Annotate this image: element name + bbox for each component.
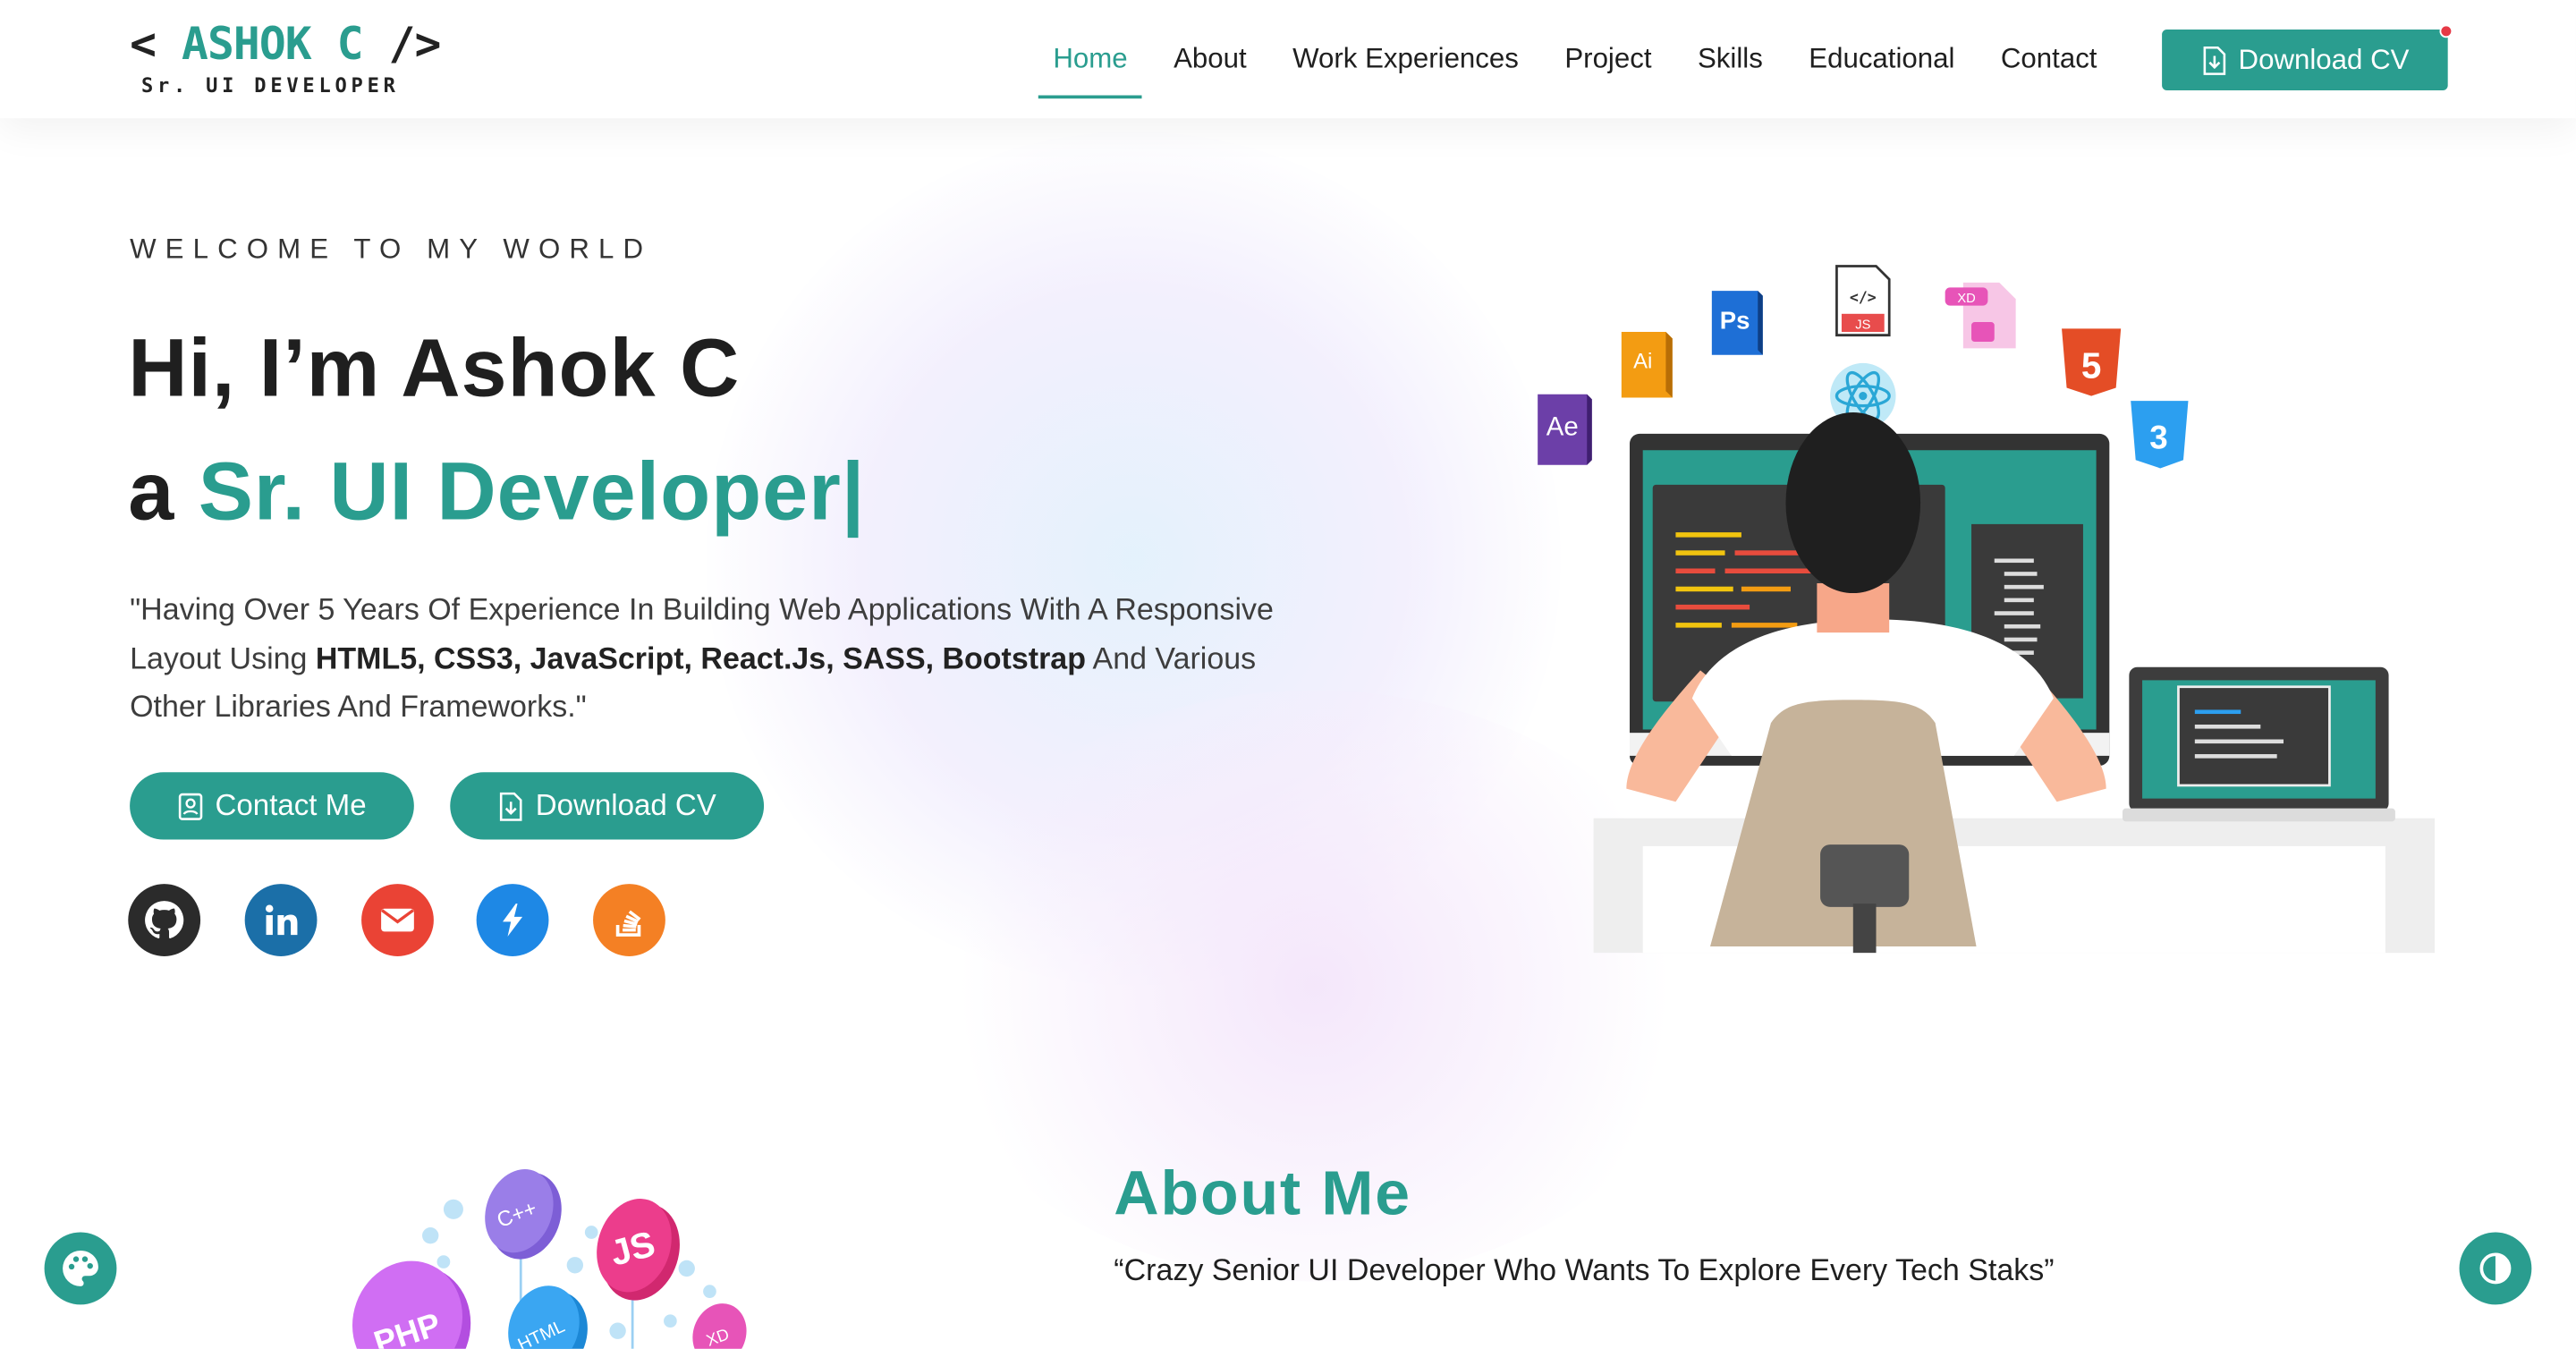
illustrator-icon: Ai xyxy=(1621,332,1673,398)
css3-icon: 3 xyxy=(2131,401,2189,469)
xd-file-icon: XD xyxy=(1945,282,2016,349)
after-effects-icon: Ae xyxy=(1538,394,1592,465)
nav-work-experiences[interactable]: Work Experiences xyxy=(1278,39,1534,98)
contact-card-icon xyxy=(178,792,203,819)
logo-close-bracket: /> xyxy=(388,20,442,71)
nav-skills[interactable]: Skills xyxy=(1682,39,1777,98)
tech-bubbles-illustration: C++ JS PHP HTML XD xyxy=(352,1169,747,1349)
logo[interactable]: < ASHOK C /> Sr. UI DEVELOPER xyxy=(130,20,442,98)
theme-palette-button[interactable] xyxy=(44,1232,117,1305)
hero-description: "Having Over 5 Years Of Experience In Bu… xyxy=(130,585,1280,731)
nav-contact[interactable]: Contact xyxy=(1986,39,2112,98)
contrast-icon xyxy=(2479,1252,2512,1285)
welcome-text: WELCOME TO MY WORLD xyxy=(130,233,653,265)
nav-download-cv-button[interactable]: Download CV xyxy=(2162,30,2448,91)
js-tag-label: </> xyxy=(1850,289,1877,306)
js-bubble: JS xyxy=(597,1199,680,1301)
logo-name: ASHOK C xyxy=(182,20,364,71)
stackoverflow-link[interactable] xyxy=(593,884,665,956)
nav-home[interactable]: Home xyxy=(1038,39,1143,99)
contact-me-label: Contact Me xyxy=(215,788,367,822)
developer-illustration: Ae Ai Ps </> JS XD 5 3 xyxy=(1538,265,2435,954)
hero-role: Sr. UI Developer| xyxy=(198,445,866,538)
download-file-icon xyxy=(499,791,522,820)
xd-label: XD xyxy=(1957,292,1975,306)
navbar: < ASHOK C /> Sr. UI DEVELOPER Home About… xyxy=(0,0,2576,119)
hero-role-line: a Sr. UI Developer| xyxy=(128,444,865,539)
html-bubble: HTML xyxy=(508,1285,588,1349)
css3-label: 3 xyxy=(2149,419,2167,455)
email-link[interactable] xyxy=(361,884,434,956)
javascript-file-icon: </> JS xyxy=(1835,265,1891,337)
html5-icon: 5 xyxy=(2062,328,2122,396)
download-file-icon xyxy=(2202,46,2225,75)
linkedin-link[interactable] xyxy=(244,884,318,956)
about-title: About Me xyxy=(1114,1159,1411,1229)
contact-me-button[interactable]: Contact Me xyxy=(130,772,414,840)
xd-bubble: XD xyxy=(692,1303,747,1349)
nav-project[interactable]: Project xyxy=(1550,39,1666,98)
github-link[interactable] xyxy=(128,884,201,956)
hero-greeting: Hi, I’m Ashok C xyxy=(128,321,741,414)
notification-dot xyxy=(2439,24,2453,38)
cpp-bubble: C++ xyxy=(485,1169,562,1260)
linkedin-icon xyxy=(265,904,298,936)
html5-label: 5 xyxy=(2081,344,2101,386)
hero-role-prefix: a xyxy=(128,445,199,538)
hero-desc-tech: HTML5, CSS3, JavaScript, React.Js, SASS,… xyxy=(315,640,1086,674)
bolt-icon xyxy=(503,904,523,937)
logo-subtitle: Sr. UI DEVELOPER xyxy=(140,73,400,98)
ai-label: Ai xyxy=(1633,349,1652,373)
nav-about[interactable]: About xyxy=(1159,39,1262,98)
nav-educational[interactable]: Educational xyxy=(1794,39,1970,98)
github-icon xyxy=(145,901,184,938)
nav-menu: Home About Work Experiences Project Skil… xyxy=(1038,39,2129,99)
logo-title: < ASHOK C /> xyxy=(130,20,442,71)
email-icon xyxy=(381,908,414,932)
bolt-link[interactable] xyxy=(476,884,549,956)
ps-label: Ps xyxy=(1720,306,1750,334)
php-bubble: PHP xyxy=(352,1260,471,1349)
nav-download-cv-label: Download CV xyxy=(2238,43,2410,75)
stackoverflow-icon xyxy=(615,910,641,937)
dark-mode-toggle[interactable] xyxy=(2459,1232,2532,1305)
palette-icon xyxy=(63,1251,98,1286)
logo-open-bracket: < xyxy=(130,20,157,71)
download-cv-label: Download CV xyxy=(535,788,716,822)
ae-label: Ae xyxy=(1546,412,1579,442)
photoshop-icon: Ps xyxy=(1711,291,1763,355)
js-file-label: JS xyxy=(1855,318,1870,332)
download-cv-button[interactable]: Download CV xyxy=(450,772,765,840)
page: < ASHOK C /> Sr. UI DEVELOPER Home About… xyxy=(0,0,2576,1349)
about-quote: “Crazy Senior UI Developer Who Wants To … xyxy=(1114,1251,2055,1287)
